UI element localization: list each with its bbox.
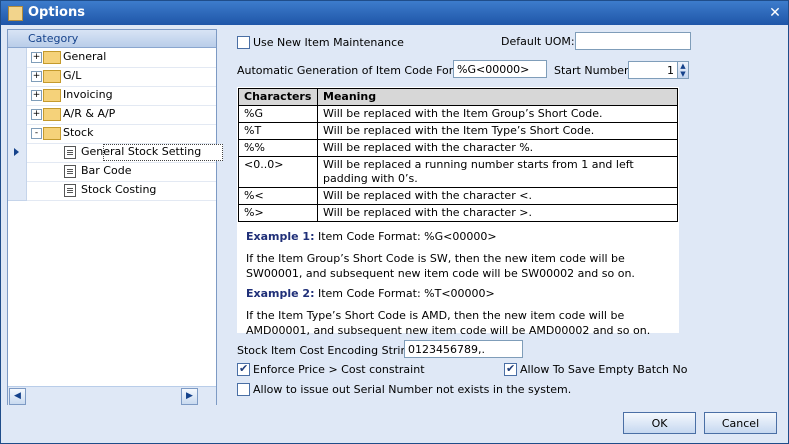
default-uom-label: Default UOM: (501, 35, 575, 48)
item-code-format-input[interactable] (453, 60, 547, 78)
table-row: %> Will be replaced with the character >. (238, 204, 678, 222)
tree-node-ar-ap[interactable]: + A/R & A/P (27, 105, 216, 125)
window-title: Options (28, 5, 85, 20)
allow-serial-label[interactable]: Allow to issue out Serial Number not exi… (253, 383, 571, 396)
column-header: Characters (238, 88, 318, 106)
collapse-icon[interactable]: - (31, 128, 42, 139)
scroll-right-icon[interactable]: ▶ (181, 388, 198, 405)
table-row: <0..0> Will be replaced a running number … (238, 156, 678, 188)
settings-page-icon (64, 165, 76, 178)
column-header: Meaning (317, 88, 678, 106)
options-window: Options ✕ Category + General + G/L + Inv… (0, 0, 789, 444)
folder-icon (43, 89, 61, 102)
tree-node-general-stock-setting[interactable]: General Stock Setting (27, 143, 223, 163)
folder-icon (43, 51, 61, 64)
row-indicator-arrow-icon (8, 143, 27, 163)
table-row: %< Will be replaced with the character <. (238, 187, 678, 205)
table-row: %% Will be replaced with the character %. (238, 139, 678, 157)
spin-updown-icon[interactable]: ▲ ▼ (677, 61, 689, 79)
format-characters-table: Characters Meaning %G Will be replaced wi… (238, 88, 678, 222)
tree-header: Category (8, 30, 216, 48)
expand-icon[interactable]: + (31, 52, 42, 63)
default-uom-input[interactable] (575, 32, 691, 50)
title-bar[interactable]: Options ✕ (1, 1, 788, 25)
tree-node-stock-costing[interactable]: Stock Costing (27, 181, 216, 201)
table-row: %G Will be replaced with the Item Group’s… (238, 105, 678, 123)
folder-icon (43, 70, 61, 83)
category-tree: Category + General + G/L + Invoicing + A… (7, 29, 223, 405)
tree-node-stock[interactable]: - Stock (27, 124, 216, 144)
horizontal-scrollbar[interactable]: ◀ ▶ (8, 386, 216, 405)
settings-page-icon (64, 146, 76, 159)
use-new-item-maintenance-checkbox[interactable] (237, 36, 250, 49)
allow-serial-checkbox[interactable] (237, 383, 250, 396)
allow-empty-batch-label[interactable]: Allow To Save Empty Batch No (520, 363, 687, 376)
start-number-input[interactable] (628, 61, 678, 79)
ok-button[interactable]: OK (623, 412, 696, 434)
settings-page-icon (64, 184, 76, 197)
tree-node-gl[interactable]: + G/L (27, 67, 216, 87)
close-icon[interactable]: ✕ (767, 5, 783, 21)
enforce-price-label[interactable]: Enforce Price > Cost constraint (253, 363, 425, 376)
use-new-item-maintenance-label[interactable]: Use New Item Maintenance (253, 36, 404, 49)
folder-open-icon (43, 127, 61, 140)
folder-icon (43, 108, 61, 121)
tree-node-bar-code[interactable]: Bar Code (27, 162, 216, 182)
auto-generation-label: Automatic Generation of Item Code Forma (237, 64, 471, 77)
table-row: %T Will be replaced with the Item Type’s … (238, 122, 678, 140)
cost-encoding-input[interactable] (404, 340, 523, 358)
scroll-left-icon[interactable]: ◀ (9, 388, 26, 405)
example-2: Example 2: Item Code Format: %T<00000> I… (246, 287, 651, 337)
cost-encoding-label: Stock Item Cost Encoding String: (237, 344, 419, 357)
example-1: Example 1: Item Code Format: %G<00000> I… (246, 230, 635, 280)
tree-node-invoicing[interactable]: + Invoicing (27, 86, 216, 106)
expand-icon[interactable]: + (31, 71, 42, 82)
app-icon (8, 6, 23, 21)
cancel-button[interactable]: Cancel (704, 412, 777, 434)
expand-icon[interactable]: + (31, 90, 42, 101)
enforce-price-checkbox[interactable] (237, 362, 250, 376)
tree-node-general[interactable]: + General (27, 48, 216, 68)
allow-empty-batch-checkbox[interactable] (504, 362, 517, 376)
start-number-label: Start Number: (554, 64, 633, 77)
expand-icon[interactable]: + (31, 109, 42, 120)
format-help-panel: Characters Meaning %G Will be replaced wi… (237, 87, 679, 337)
